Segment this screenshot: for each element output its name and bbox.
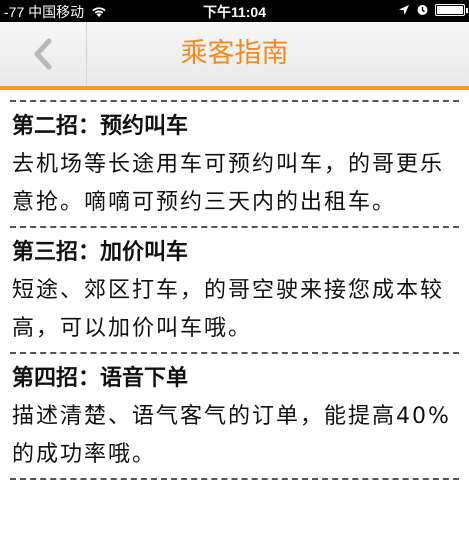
battery-fill <box>437 5 463 14</box>
battery-icon <box>435 3 468 16</box>
alarm-icon <box>417 5 428 15</box>
section-body: 描述清楚、语气客气的订单，能提高40%的成功率哦。 <box>12 404 451 467</box>
page-title: 乘客指南 <box>180 38 289 69</box>
guide-section-2: 第二招：预约叫车 去机场等长途用车可预约叫车，的哥更乐意抢。嘀嘀可预约三天内的出… <box>0 102 469 226</box>
guide-content: 第二招：预约叫车 去机场等长途用车可预约叫车，的哥更乐意抢。嘀嘀可预约三天内的出… <box>0 100 469 480</box>
status-right <box>398 3 468 16</box>
section-title: 第四招：语音下单 <box>12 366 189 391</box>
divider <box>10 478 459 480</box>
section-title: 第二招：预约叫车 <box>12 114 189 139</box>
status-bar: -77 中国移动 下午11:04 <box>0 0 469 22</box>
location-arrow-icon <box>399 4 409 15</box>
guide-section-3: 第三招：加价叫车 短途、郊区打车，的哥空驶来接您成本较高，可以加价叫车哦。 <box>0 228 469 352</box>
guide-section-4: 第四招：语音下单 描述清楚、语气客气的订单，能提高40%的成功率哦。 <box>0 354 469 478</box>
section-body: 去机场等长途用车可预约叫车，的哥更乐意抢。嘀嘀可预约三天内的出租车。 <box>12 152 445 215</box>
section-title: 第三招：加价叫车 <box>12 240 189 265</box>
navigation-bar: 乘客指南 <box>0 22 469 90</box>
section-body: 短途、郊区打车，的哥空驶来接您成本较高，可以加价叫车哦。 <box>12 278 445 341</box>
